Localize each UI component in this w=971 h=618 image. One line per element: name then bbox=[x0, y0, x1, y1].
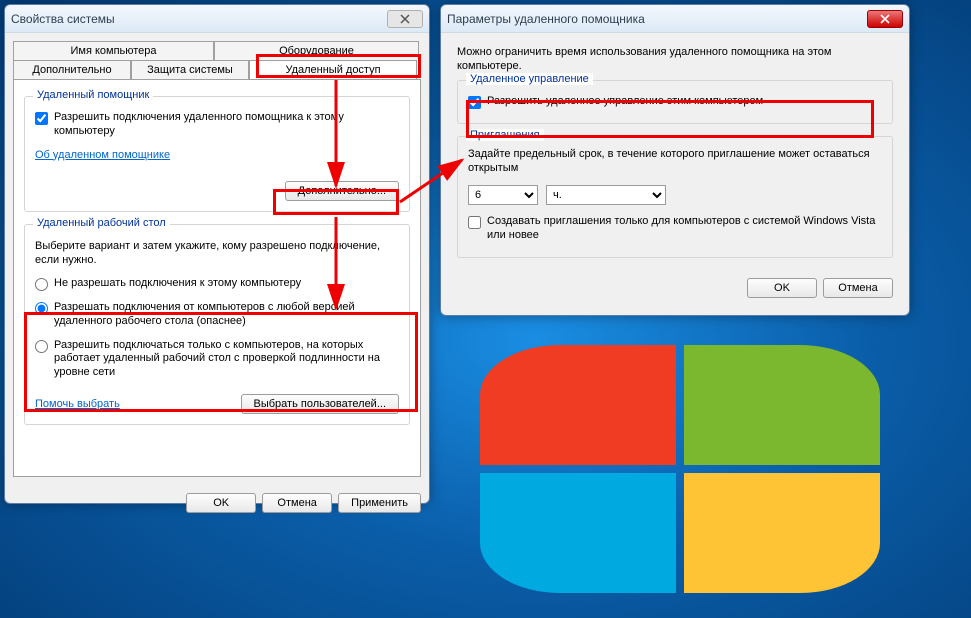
vista-only-label: Создавать приглашения только для компьют… bbox=[487, 215, 882, 243]
rdp-nla-radio[interactable] bbox=[35, 340, 48, 353]
titlebar[interactable]: Параметры удаленного помощника bbox=[441, 5, 909, 33]
rdp-any-label: Разрешать подключения от компьютеров с л… bbox=[54, 301, 399, 329]
tab-remote[interactable]: Удаленный доступ bbox=[249, 60, 417, 79]
tab-advanced[interactable]: Дополнительно bbox=[13, 60, 131, 79]
close-button[interactable] bbox=[867, 10, 903, 28]
rdp-deny-radio[interactable] bbox=[35, 278, 48, 291]
ok-button[interactable]: OK bbox=[747, 278, 817, 298]
tabs-row: Имя компьютера Оборудование Дополнительн… bbox=[5, 33, 429, 79]
select-users-button[interactable]: Выбрать пользователей... bbox=[241, 394, 400, 414]
rdp-any-radio[interactable] bbox=[35, 302, 48, 315]
vista-only-checkbox[interactable] bbox=[468, 216, 481, 229]
rdp-instruction: Выберите вариант и затем укажите, кому р… bbox=[35, 239, 399, 268]
group-legend: Удаленный рабочий стол bbox=[33, 217, 170, 229]
invite-instruction: Задайте предельный срок, в течение котор… bbox=[468, 147, 882, 176]
advanced-button[interactable]: Дополнительно... bbox=[285, 181, 399, 201]
invite-number-select[interactable]: 6 bbox=[468, 185, 538, 205]
group-remote-assistant: Удаленный помощник Разрешить подключения… bbox=[24, 96, 410, 212]
rdp-deny-label: Не разрешать подключения к этому компьют… bbox=[54, 277, 399, 291]
allow-assistant-checkbox[interactable] bbox=[35, 112, 48, 125]
group-legend: Удаленное управление bbox=[466, 73, 593, 85]
close-icon bbox=[880, 14, 890, 24]
tab-body: Удаленный помощник Разрешить подключения… bbox=[13, 79, 421, 477]
apply-button[interactable]: Применить bbox=[338, 493, 421, 513]
titlebar[interactable]: Свойства системы bbox=[5, 5, 429, 33]
group-legend: Удаленный помощник bbox=[33, 89, 153, 101]
group-remote-desktop: Удаленный рабочий стол Выберите вариант … bbox=[24, 224, 410, 425]
group-invitations: Приглашения Задайте предельный срок, в т… bbox=[457, 136, 893, 258]
allow-control-label: Разрешить удаленное управление этим комп… bbox=[487, 95, 882, 109]
close-button[interactable] bbox=[387, 10, 423, 28]
ok-button[interactable]: OK bbox=[186, 493, 256, 513]
help-choose-link[interactable]: Помочь выбрать bbox=[35, 398, 241, 410]
tab-system-protection[interactable]: Защита системы bbox=[131, 60, 249, 79]
invite-unit-select[interactable]: ч. bbox=[546, 185, 666, 205]
allow-assistant-label: Разрешить подключения удаленного помощни… bbox=[54, 111, 399, 139]
window-title: Параметры удаленного помощника bbox=[447, 12, 867, 26]
window-title: Свойства системы bbox=[11, 12, 387, 26]
tab-hardware[interactable]: Оборудование bbox=[214, 41, 419, 60]
dialog-buttons: OK Отмена bbox=[441, 274, 909, 308]
windows-logo bbox=[480, 345, 900, 605]
cancel-button[interactable]: Отмена bbox=[262, 493, 332, 513]
intro-text: Можно ограничить время использования уда… bbox=[457, 45, 893, 74]
allow-control-checkbox[interactable] bbox=[468, 96, 481, 109]
group-legend: Приглашения bbox=[466, 129, 544, 141]
rdp-nla-label: Разрешить подключаться только с компьюте… bbox=[54, 339, 399, 380]
dialog-buttons: OK Отмена Применить bbox=[5, 485, 429, 521]
close-icon bbox=[400, 14, 410, 24]
about-assistant-link[interactable]: Об удаленном помощнике bbox=[35, 149, 170, 161]
group-remote-control: Удаленное управление Разрешить удаленное… bbox=[457, 80, 893, 124]
cancel-button[interactable]: Отмена bbox=[823, 278, 893, 298]
remote-assistant-settings-window: Параметры удаленного помощника Можно огр… bbox=[440, 4, 910, 316]
system-properties-window: Свойства системы Имя компьютера Оборудов… bbox=[4, 4, 430, 504]
tab-computer-name[interactable]: Имя компьютера bbox=[13, 41, 214, 60]
